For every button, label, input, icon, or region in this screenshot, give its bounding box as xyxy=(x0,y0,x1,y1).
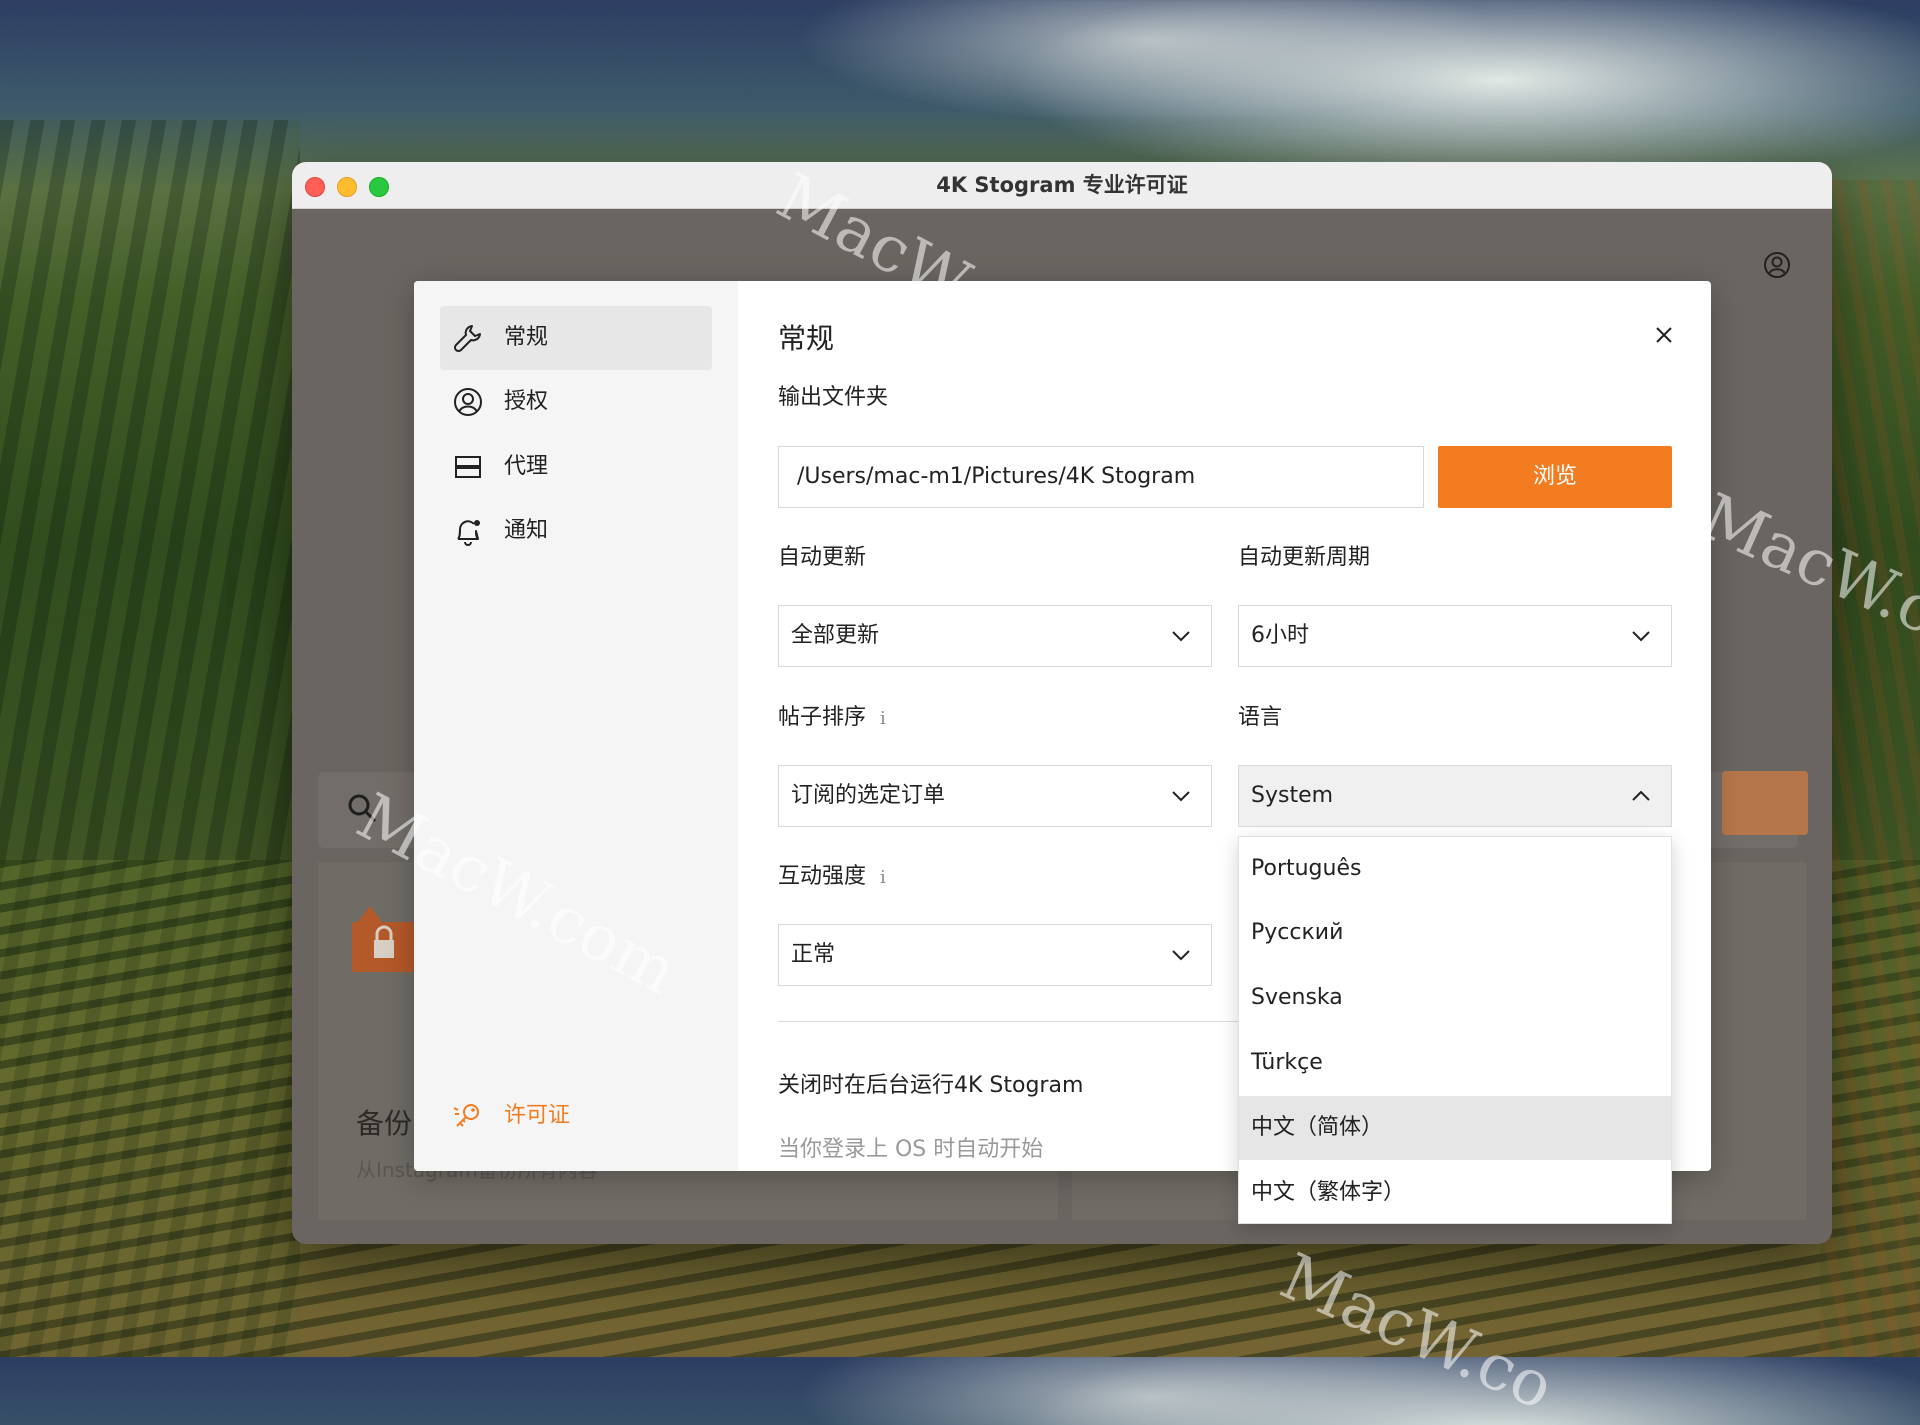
info-icon[interactable]: i xyxy=(880,867,886,888)
license-link[interactable]: 许可证 xyxy=(440,1084,712,1148)
background-filter-button xyxy=(1722,771,1808,835)
close-dialog-button[interactable] xyxy=(1650,321,1678,349)
auto-update-select[interactable]: 全部更新 xyxy=(778,605,1212,667)
language-value: System xyxy=(1251,783,1334,808)
background-hillside xyxy=(1820,180,1920,1357)
update-period-select[interactable]: 6小时 xyxy=(1238,605,1672,667)
user-circle-icon xyxy=(454,388,482,416)
output-folder-label: 输出文件夹 xyxy=(778,385,889,410)
wrench-icon xyxy=(453,325,481,353)
language-label: 语言 xyxy=(1238,705,1283,730)
sidebar-item-label: 常规 xyxy=(504,325,549,350)
background-search-icon xyxy=(348,794,377,823)
chevron-up-icon xyxy=(1632,790,1650,801)
server-icon xyxy=(455,456,481,478)
run-in-background-label[interactable]: 关闭时在后台运行4K Stogram xyxy=(778,1067,1083,1099)
post-order-label-text: 帖子排序 xyxy=(778,705,867,730)
sidebar-item-notifications[interactable]: 通知 xyxy=(440,499,712,563)
post-order-label: 帖子排序 i xyxy=(778,699,886,731)
settings-sidebar: 常规 授权 代理 通知 许可证 xyxy=(414,281,738,1171)
autostart-label[interactable]: 当你登录上 OS 时自动开始 xyxy=(778,1131,1043,1163)
language-option-selected[interactable]: 中文（简体） xyxy=(1239,1096,1671,1160)
key-icon xyxy=(453,1104,479,1127)
background-folder-lock-icon xyxy=(352,906,416,972)
update-period-label: 自动更新周期 xyxy=(1238,545,1371,570)
interaction-label-text: 互动强度 xyxy=(778,864,867,889)
chevron-down-icon xyxy=(1172,950,1190,961)
chevron-down-icon xyxy=(1172,631,1190,642)
post-order-select[interactable]: 订阅的选定订单 xyxy=(778,765,1212,827)
language-option[interactable]: Türkçe xyxy=(1239,1031,1671,1095)
language-dropdown-list: Português Русский Svenska Türkçe 中文（简体） … xyxy=(1238,836,1672,1224)
sidebar-item-label: 代理 xyxy=(504,454,549,479)
interaction-label: 互动强度 i xyxy=(778,858,886,890)
language-option[interactable]: Português xyxy=(1239,837,1671,901)
background-card-title: 备份 xyxy=(356,1107,413,1140)
sidebar-item-general[interactable]: 常规 xyxy=(440,306,712,370)
interaction-select[interactable]: 正常 xyxy=(778,924,1212,986)
page-title: 常规 xyxy=(778,322,835,355)
license-label: 许可证 xyxy=(504,1103,571,1128)
post-order-value: 订阅的选定订单 xyxy=(791,783,946,808)
auto-update-value: 全部更新 xyxy=(791,623,880,648)
browse-button[interactable]: 浏览 xyxy=(1438,446,1672,508)
chevron-down-icon xyxy=(1172,791,1190,802)
sidebar-item-proxy[interactable]: 代理 xyxy=(440,435,712,499)
language-option[interactable]: Русский xyxy=(1239,901,1671,965)
auto-update-label: 自动更新 xyxy=(778,545,867,570)
language-select[interactable]: System xyxy=(1238,765,1672,827)
title-bar: 4K Stogram 专业许可证 xyxy=(292,162,1832,209)
sidebar-item-authorization[interactable]: 授权 xyxy=(440,370,712,434)
language-option[interactable]: Svenska xyxy=(1239,966,1671,1030)
info-icon[interactable]: i xyxy=(880,708,886,729)
sidebar-item-label: 授权 xyxy=(504,389,549,414)
sidebar-item-label: 通知 xyxy=(504,518,549,543)
update-period-value: 6小时 xyxy=(1251,623,1309,648)
chevron-down-icon xyxy=(1632,631,1650,642)
output-folder-input[interactable]: /Users/mac-m1/Pictures/4K Stogram xyxy=(778,446,1424,508)
section-divider xyxy=(778,1021,1238,1022)
account-icon[interactable] xyxy=(1762,250,1792,280)
interaction-value: 正常 xyxy=(791,942,836,967)
window-title: 4K Stogram 专业许可证 xyxy=(936,173,1188,197)
language-option[interactable]: 中文（繁体字） xyxy=(1239,1161,1671,1225)
bell-icon xyxy=(457,520,480,546)
